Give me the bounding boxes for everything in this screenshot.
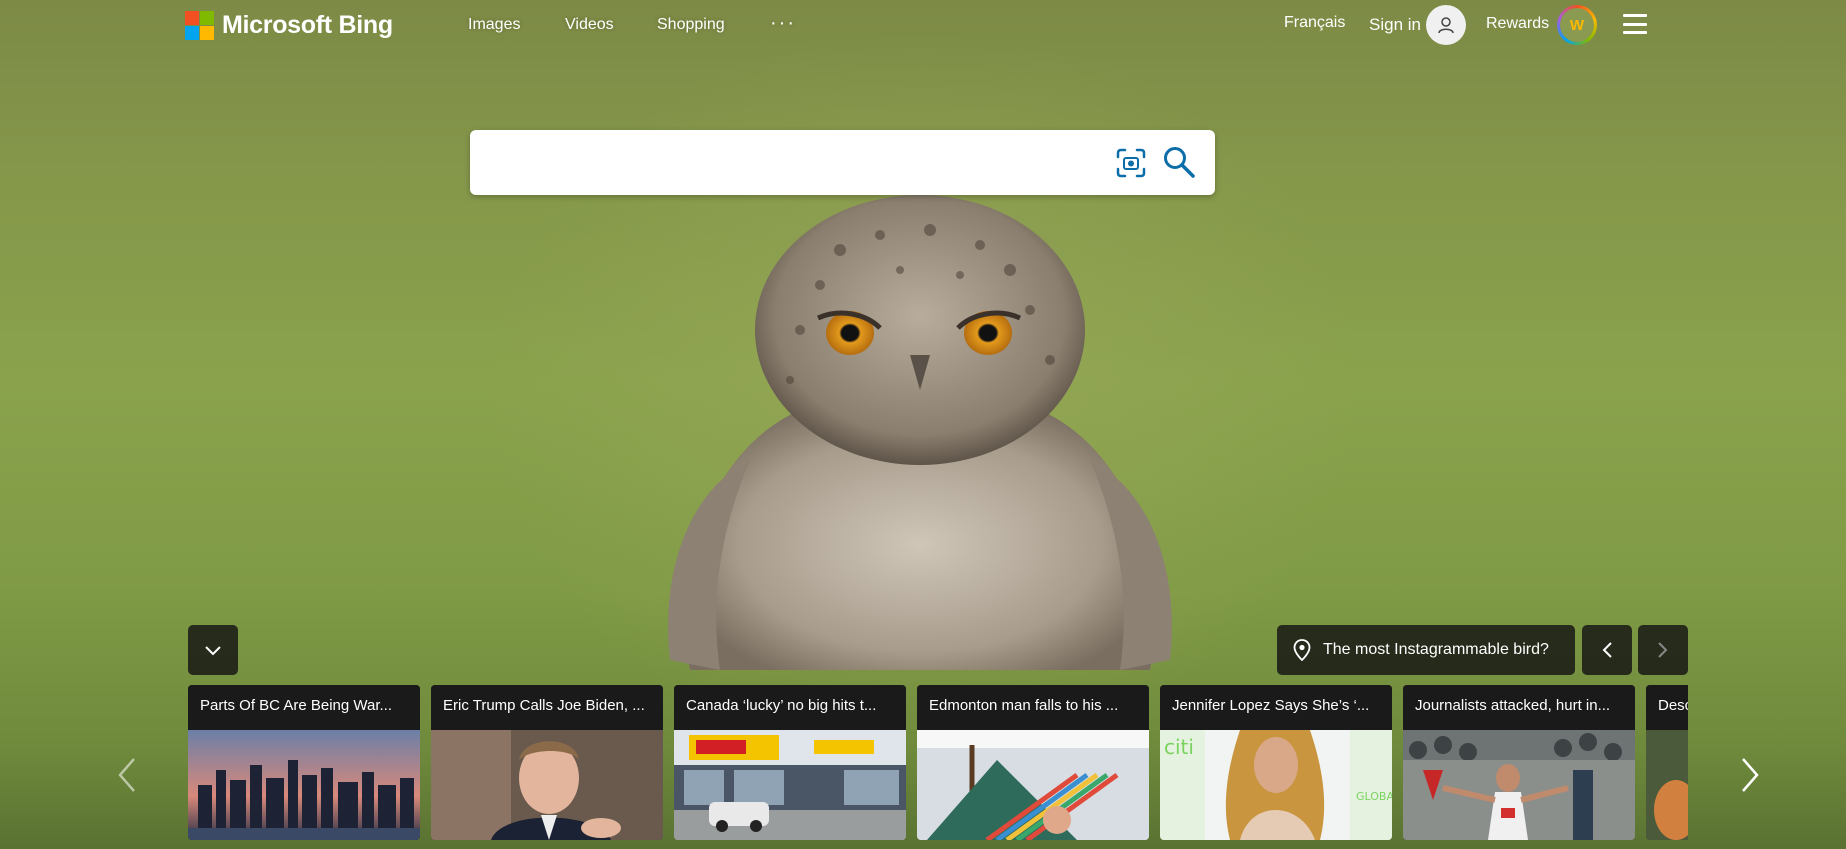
image-info-button[interactable]: The most Instagrammable bird?: [1277, 625, 1575, 675]
news-card-title: Canada ‘lucky’ no big hits t...: [674, 685, 906, 730]
news-card-title: Desc: [1646, 685, 1688, 730]
news-card[interactable]: Edmonton man falls to his ...: [917, 685, 1149, 840]
more-menu-button[interactable]: ···: [770, 12, 796, 35]
nav-videos[interactable]: Videos: [565, 16, 614, 34]
news-card-image: [674, 730, 906, 840]
rewards-badge-icon[interactable]: W: [1557, 5, 1597, 45]
microsoft-logo-icon: [185, 10, 214, 40]
news-card[interactable]: Jennifer Lopez Says She’s ‘... citi GLOB…: [1160, 685, 1392, 840]
svg-text:GLOBAL: GLOBAL: [1356, 790, 1392, 803]
person-icon: [1438, 17, 1454, 34]
hamburger-menu-icon[interactable]: [1623, 14, 1647, 34]
camera-scan-icon[interactable]: [1115, 147, 1147, 179]
search-input[interactable]: [490, 144, 1070, 180]
news-card-title: Journalists attacked, hurt in...: [1403, 685, 1635, 730]
news-card-image: citi GLOBAL: [1160, 730, 1392, 840]
news-card-title: Jennifer Lopez Says She’s ‘...: [1160, 685, 1392, 730]
news-card-title: Parts Of BC Are Being War...: [188, 685, 420, 730]
news-card[interactable]: Parts Of BC Are Being War...: [188, 685, 420, 840]
chevron-left-icon: [1602, 642, 1612, 658]
news-card[interactable]: Eric Trump Calls Joe Biden, ...: [431, 685, 663, 840]
nav-images[interactable]: Images: [468, 16, 520, 34]
previous-image-button[interactable]: [1582, 625, 1632, 675]
news-card-image: [431, 730, 663, 840]
news-card-title: Edmonton man falls to his ...: [917, 685, 1149, 730]
brand-name: Microsoft Bing: [222, 10, 393, 39]
chevron-down-icon: [205, 646, 221, 656]
sign-in-link[interactable]: Sign in: [1369, 15, 1421, 35]
top-bar: Microsoft Bing Images Videos Shopping ··…: [0, 0, 1846, 54]
language-link[interactable]: Français: [1284, 14, 1345, 32]
news-card[interactable]: Journalists attacked, hurt in...: [1403, 685, 1635, 840]
search-icon[interactable]: [1162, 145, 1196, 179]
next-image-button[interactable]: [1638, 625, 1688, 675]
collapse-feed-button[interactable]: [188, 625, 238, 675]
news-carousel: Parts Of BC Are Being War... Eric Trump …: [188, 685, 1688, 840]
news-card-image: [188, 730, 420, 840]
owl-background-image: [668, 195, 1172, 670]
avatar[interactable]: [1426, 5, 1466, 45]
news-card[interactable]: Canada ‘lucky’ no big hits t...: [674, 685, 906, 840]
svg-text:citi: citi: [1164, 735, 1194, 759]
nav-shopping[interactable]: Shopping: [657, 16, 725, 34]
news-card[interactable]: Desc: [1646, 685, 1688, 840]
search-box: [470, 130, 1215, 195]
carousel-next-button[interactable]: [1735, 755, 1765, 795]
chevron-right-icon: [1658, 642, 1668, 658]
news-card-image: [1403, 730, 1635, 840]
location-pin-icon: [1293, 639, 1311, 661]
image-caption: The most Instagrammable bird?: [1323, 641, 1549, 658]
carousel-prev-button[interactable]: [112, 755, 142, 795]
news-card-title: Eric Trump Calls Joe Biden, ...: [431, 685, 663, 730]
bing-logo[interactable]: Microsoft Bing: [185, 10, 393, 40]
news-card-image: [917, 730, 1149, 840]
news-card-image: [1646, 730, 1688, 840]
rewards-link[interactable]: Rewards: [1486, 15, 1549, 33]
